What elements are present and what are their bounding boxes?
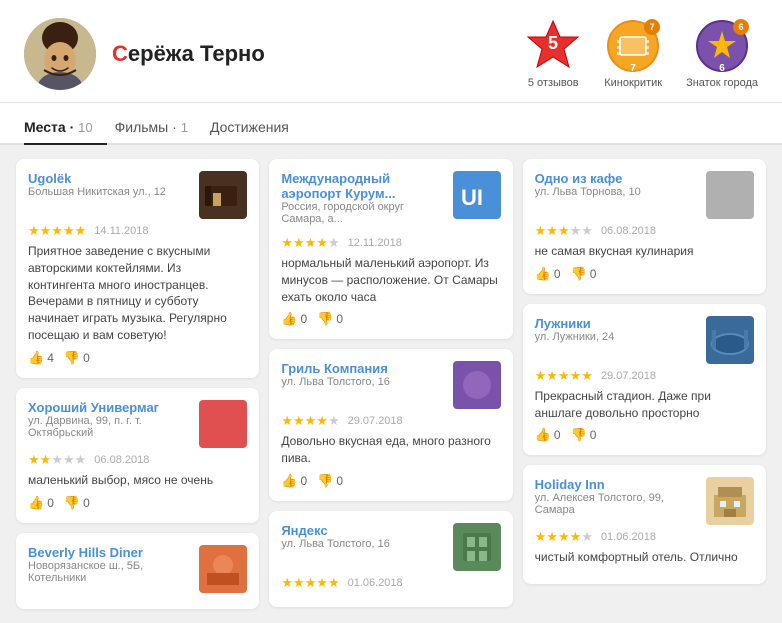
card-cafe: Одно из кафе ул. Льва Торнова, 10 ★★★★★ … bbox=[523, 159, 766, 294]
date-univermag: 06.08.2018 bbox=[94, 454, 149, 466]
badges-container: 5 5 отзывов bbox=[526, 19, 758, 89]
badge-reviews-label: 5 отзывов bbox=[528, 77, 579, 89]
card-grill-subtitle: ул. Льва Толстого, 16 bbox=[281, 376, 444, 388]
header: Серёжа Терно 5 5 отзывов bbox=[0, 0, 782, 103]
card-holiday-subtitle: ул. Алексея Толстого, 99, Самара bbox=[535, 492, 698, 516]
like-airport[interactable]: 👍0 bbox=[281, 311, 307, 327]
date-airport: 12.11.2018 bbox=[348, 237, 402, 249]
user-name: Серёжа Терно bbox=[112, 41, 265, 67]
card-yandex-link[interactable]: Яндекс bbox=[281, 523, 327, 538]
badge-city-label: Знаток города bbox=[686, 77, 758, 89]
stars-holiday: ★★★★★ bbox=[535, 529, 593, 545]
date-grill: 29.07.2018 bbox=[348, 415, 403, 427]
text-grill: Довольно вкусная еда, много разного пива… bbox=[281, 433, 500, 467]
svg-text:7: 7 bbox=[630, 63, 636, 73]
card-cafe-subtitle: ул. Льва Торнова, 10 bbox=[535, 186, 698, 198]
date-yandex: 01.06.2018 bbox=[348, 577, 403, 589]
card-airport-thumb: UI bbox=[453, 171, 501, 219]
name-initial: С bbox=[112, 41, 128, 66]
stars-cafe: ★★★★★ bbox=[535, 223, 593, 239]
tab-achievements[interactable]: Достижения bbox=[210, 109, 303, 143]
dislike-cafe[interactable]: 👎0 bbox=[571, 266, 597, 282]
badge-city: 6 6 Знаток города bbox=[686, 19, 758, 89]
card-airport-link[interactable]: Международный аэропорт Курум... bbox=[281, 171, 395, 201]
page: Серёжа Терно 5 5 отзывов bbox=[0, 0, 782, 623]
date-luzhniki: 29.07.2018 bbox=[601, 370, 656, 382]
date-ugolok: 14.11.2018 bbox=[94, 225, 148, 237]
column-3: Одно из кафе ул. Льва Торнова, 10 ★★★★★ … bbox=[523, 159, 766, 609]
card-holiday: Holiday Inn ул. Алексея Толстого, 99, Са… bbox=[523, 465, 766, 584]
card-beverly-thumb bbox=[199, 545, 247, 593]
text-luzhniki: Прекрасный стадион. Даже при аншлаге дов… bbox=[535, 388, 754, 422]
card-cafe-thumb bbox=[706, 171, 754, 219]
stars-yandex: ★★★★★ bbox=[281, 575, 339, 591]
like-grill[interactable]: 👍0 bbox=[281, 473, 307, 489]
card-univermag-link[interactable]: Хороший Универмаг bbox=[28, 400, 159, 415]
tabs: Места · 10 Фильмы · 1 Достижения bbox=[0, 109, 782, 145]
dislike-univermag[interactable]: 👎0 bbox=[64, 495, 90, 511]
tab-films[interactable]: Фильмы · 1 bbox=[115, 109, 202, 143]
text-ugolok: Приятное заведение с вкусными авторскими… bbox=[28, 243, 247, 344]
date-holiday: 01.06.2018 bbox=[601, 531, 656, 543]
stars-ugolok: ★★★★★ bbox=[28, 223, 86, 239]
card-univermag-subtitle: ул. Дарвина, 99, п. г. т. Октябрьский bbox=[28, 415, 191, 439]
card-luzhniki: Лужники ул. Лужники, 24 ★★★★★ 29.07.2018… bbox=[523, 304, 766, 456]
card-ugolok-link[interactable]: Ugolёk bbox=[28, 171, 71, 186]
dislike-luzhniki[interactable]: 👎0 bbox=[571, 427, 597, 443]
card-beverly: Beverly Hills Diner Новорязанское ш., 5Б… bbox=[16, 533, 259, 609]
like-ugolok[interactable]: 👍4 bbox=[28, 350, 54, 366]
like-luzhniki[interactable]: 👍0 bbox=[535, 427, 561, 443]
card-luzhniki-link[interactable]: Лужники bbox=[535, 316, 591, 331]
card-luzhniki-thumb bbox=[706, 316, 754, 364]
card-cafe-link[interactable]: Одно из кафе bbox=[535, 171, 623, 186]
card-grill: Гриль Компания ул. Льва Толстого, 16 ★★★… bbox=[269, 349, 512, 501]
text-airport: нормальный маленький аэропорт. Из минусо… bbox=[281, 255, 500, 305]
svg-text:6: 6 bbox=[719, 63, 725, 73]
dislike-airport[interactable]: 👎0 bbox=[317, 311, 343, 327]
badge-city-count: 6 bbox=[733, 19, 749, 35]
card-ugolok: Ugolёk Большая Никитская ул., 12 ★★★★★ 1… bbox=[16, 159, 259, 378]
date-cafe: 06.08.2018 bbox=[601, 225, 656, 237]
column-2: Международный аэропорт Курум... Россия, … bbox=[269, 159, 512, 609]
like-cafe[interactable]: 👍0 bbox=[535, 266, 561, 282]
badge-film: 7 7 Кинокритик bbox=[604, 19, 662, 89]
stars-luzhniki: ★★★★★ bbox=[535, 368, 593, 384]
text-cafe: не самая вкусная кулинария bbox=[535, 243, 754, 260]
tab-places[interactable]: Места · 10 bbox=[24, 109, 107, 143]
svg-text:UI: UI bbox=[461, 185, 483, 210]
column-1: Ugolёk Большая Никитская ул., 12 ★★★★★ 1… bbox=[16, 159, 259, 609]
card-ugolok-thumb bbox=[199, 171, 247, 219]
card-holiday-thumb bbox=[706, 477, 754, 525]
card-holiday-link[interactable]: Holiday Inn bbox=[535, 477, 605, 492]
text-univermag: маленький выбор, мясо не очень bbox=[28, 472, 247, 489]
badge-film-label: Кинокритик bbox=[604, 77, 662, 89]
card-yandex: Яндекс ул. Льва Толстого, 16 ★★★★★ 01.06… bbox=[269, 511, 512, 607]
dislike-grill[interactable]: 👎0 bbox=[317, 473, 343, 489]
badge-reviews: 5 5 отзывов bbox=[526, 19, 580, 89]
card-luzhniki-subtitle: ул. Лужники, 24 bbox=[535, 331, 698, 343]
card-univermag-thumb bbox=[199, 400, 247, 448]
dislike-ugolok[interactable]: 👎0 bbox=[64, 350, 90, 366]
card-airport-subtitle: Россия, городской округ Самара, а... bbox=[281, 201, 444, 225]
card-grill-link[interactable]: Гриль Компания bbox=[281, 361, 388, 376]
card-univermag: Хороший Универмаг ул. Дарвина, 99, п. г.… bbox=[16, 388, 259, 523]
card-grill-thumb bbox=[453, 361, 501, 409]
text-holiday: чистый комфортный отель. Отлично bbox=[535, 549, 754, 566]
like-univermag[interactable]: 👍0 bbox=[28, 495, 54, 511]
card-beverly-subtitle: Новорязанское ш., 5Б, Котельники bbox=[28, 560, 191, 584]
card-ugolok-subtitle: Большая Никитская ул., 12 bbox=[28, 186, 191, 198]
stars-univermag: ★★★★★ bbox=[28, 452, 86, 468]
avatar bbox=[24, 18, 96, 90]
card-beverly-link[interactable]: Beverly Hills Diner bbox=[28, 545, 143, 560]
card-yandex-subtitle: ул. Льва Толстого, 16 bbox=[281, 538, 444, 550]
cards-grid: Ugolёk Большая Никитская ул., 12 ★★★★★ 1… bbox=[0, 145, 782, 623]
stars-grill: ★★★★★ bbox=[281, 413, 339, 429]
svg-text:5: 5 bbox=[548, 33, 558, 53]
card-yandex-thumb bbox=[453, 523, 501, 571]
stars-airport: ★★★★★ bbox=[281, 235, 339, 251]
card-airport: Международный аэропорт Курум... Россия, … bbox=[269, 159, 512, 339]
